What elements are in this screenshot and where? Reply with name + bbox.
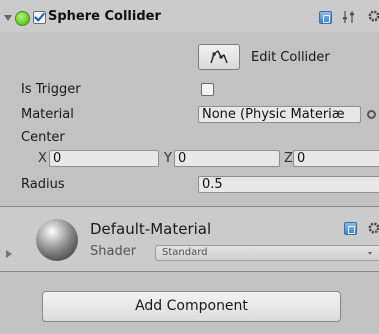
is-trigger-label: Is Trigger xyxy=(21,82,81,97)
object-picker-icon[interactable] xyxy=(367,110,376,119)
center-z-value: 0 xyxy=(297,151,306,166)
shader-label: Shader xyxy=(90,244,137,259)
center-y-field[interactable]: 0 xyxy=(174,150,280,167)
component-title: Sphere Collider xyxy=(48,9,161,24)
dropdown-arrow-icon xyxy=(368,252,372,255)
shader-value: Standard xyxy=(162,247,208,258)
material-name: Default-Material xyxy=(90,220,212,238)
material-foldout-arrow-icon[interactable] xyxy=(6,250,12,258)
material-label: Material xyxy=(21,107,74,122)
center-x-label: X xyxy=(38,151,47,166)
material-help-icon[interactable] xyxy=(344,222,357,235)
enabled-checkbox[interactable] xyxy=(33,11,46,24)
is-trigger-checkbox[interactable] xyxy=(201,83,214,96)
checkmark-icon xyxy=(34,12,45,22)
center-x-value: 0 xyxy=(53,151,62,166)
radius-field[interactable]: 0.5 xyxy=(198,176,379,193)
preset-icon[interactable] xyxy=(342,10,356,28)
center-label: Center xyxy=(21,130,65,145)
radius-value: 0.5 xyxy=(202,177,223,192)
material-gear-icon[interactable] xyxy=(367,221,379,239)
center-z-field[interactable]: 0 xyxy=(293,150,379,167)
center-y-label: Y xyxy=(164,151,172,166)
center-y-value: 0 xyxy=(178,151,187,166)
gear-icon[interactable] xyxy=(367,9,379,27)
add-component-label: Add Component xyxy=(135,298,248,314)
radius-label: Radius xyxy=(21,177,65,192)
sphere-collider-icon xyxy=(15,11,30,26)
edit-collider-button[interactable] xyxy=(198,44,240,70)
foldout-arrow-icon[interactable] xyxy=(4,15,12,21)
edit-collider-icon xyxy=(210,50,228,64)
help-icon[interactable] xyxy=(319,11,332,24)
shader-dropdown[interactable]: Standard xyxy=(155,245,379,261)
edit-collider-label: Edit Collider xyxy=(251,50,330,65)
material-value: None (Physic Materiæ xyxy=(202,107,345,122)
material-divider xyxy=(0,271,379,272)
center-z-label: Z xyxy=(284,151,293,166)
center-x-field[interactable]: 0 xyxy=(49,150,159,167)
material-field[interactable]: None (Physic Materiæ xyxy=(198,106,361,123)
add-component-button[interactable]: Add Component xyxy=(42,291,341,322)
material-sphere-preview-icon xyxy=(36,219,78,261)
